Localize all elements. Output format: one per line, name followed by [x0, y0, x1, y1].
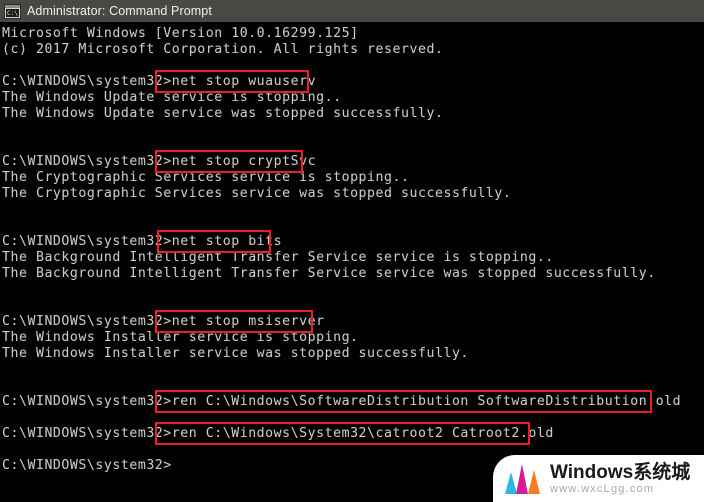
console-line: The Windows Update service was stopped s…	[2, 106, 444, 121]
icon-titlebar-strip	[5, 4, 20, 8]
console-line: C:\WINDOWS\system32>ren C:\Windows\Softw…	[2, 394, 682, 409]
command-prompt-window: C:\ Administrator: Command Prompt Micros…	[0, 0, 704, 502]
console-line: The Windows Installer service is stoppin…	[2, 330, 359, 345]
console-line: C:\WINDOWS\system32>ren C:\Windows\Syste…	[2, 426, 554, 441]
console-line: The Background Intelligent Transfer Serv…	[2, 266, 656, 281]
console-output-area[interactable]: Microsoft Windows [Version 10.0.16299.12…	[0, 22, 704, 502]
watermark-text-group: Windows系统城 www.wxcLgg.com	[550, 462, 690, 496]
console-line: C:\WINDOWS\system32>	[2, 458, 172, 473]
console-line: The Cryptographic Services service is st…	[2, 170, 410, 185]
watermark-site-name: Windows系统城	[550, 461, 691, 483]
console-line: C:\WINDOWS\system32>net stop cryptSvc	[2, 154, 317, 169]
window-titlebar[interactable]: C:\ Administrator: Command Prompt	[0, 0, 704, 22]
window-title: Administrator: Command Prompt	[27, 4, 212, 18]
w-triangles-logo-icon	[505, 463, 543, 494]
logo-triangle-magenta	[516, 463, 528, 494]
watermark-site-url: www.wxcLgg.com	[550, 482, 655, 495]
console-line: The Cryptographic Services service was s…	[2, 186, 512, 201]
command-prompt-icon: C:\	[4, 3, 21, 19]
icon-screen-glyph: C:\	[6, 8, 19, 17]
console-line: The Windows Update service is stopping..	[2, 90, 342, 105]
console-line: C:\WINDOWS\system32>net stop bits	[2, 234, 283, 249]
console-line: Microsoft Windows [Version 10.0.16299.12…	[2, 26, 359, 41]
console-line: The Windows Installer service was stoppe…	[2, 346, 469, 361]
logo-triangle-orange	[528, 469, 540, 494]
watermark-badge: Windows系统城 www.wxcLgg.com	[493, 455, 704, 502]
console-line: C:\WINDOWS\system32>net stop wuauserv	[2, 74, 317, 89]
console-line: The Background Intelligent Transfer Serv…	[2, 250, 554, 265]
console-line: (c) 2017 Microsoft Corporation. All righ…	[2, 42, 444, 57]
console-line: C:\WINDOWS\system32>net stop msiserver	[2, 314, 325, 329]
